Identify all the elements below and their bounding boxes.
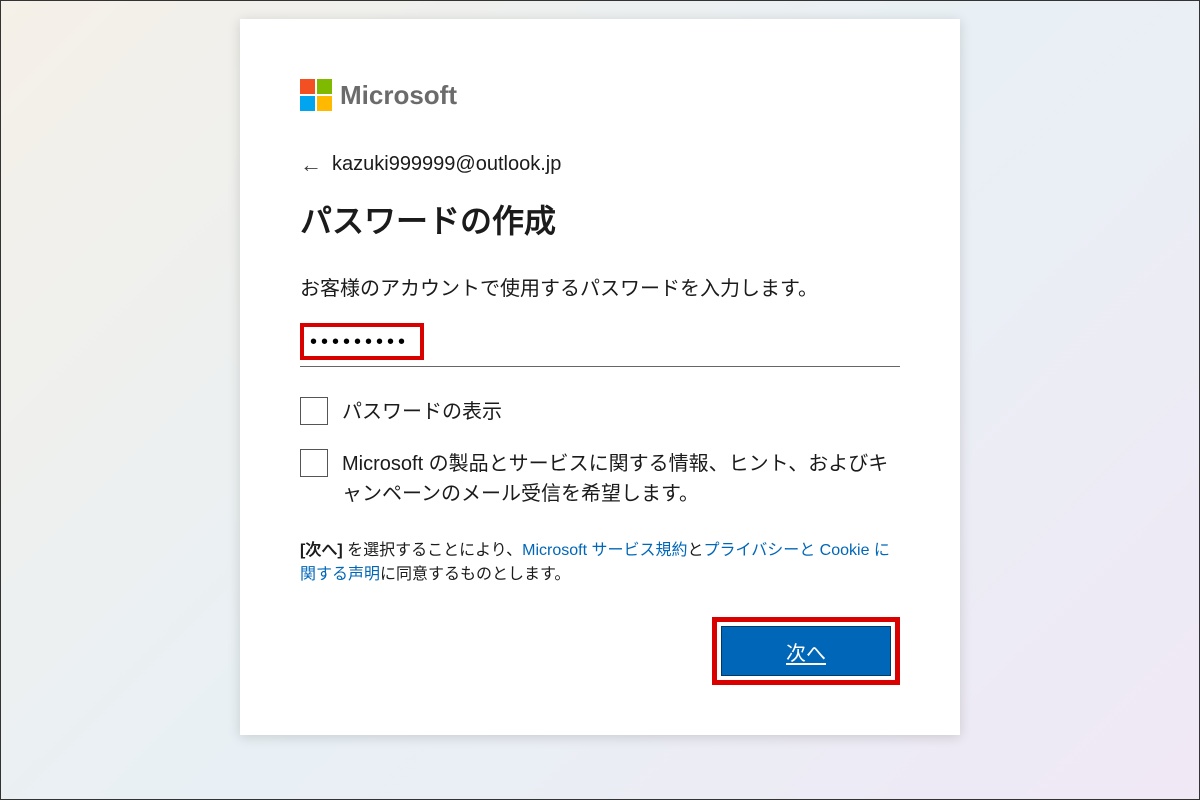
password-field-row [300,323,900,367]
service-agreement-link[interactable]: Microsoft サービス規約 [522,542,687,559]
password-input[interactable] [310,331,410,354]
button-row: 次へ [300,617,900,685]
instruction-text: お客様のアカウントで使用するパスワードを入力します。 [300,272,900,301]
account-email: kazuki999999@outlook.jp [332,153,561,176]
page-title: パスワードの作成 [300,196,900,242]
microsoft-logo-icon [300,79,332,111]
legal-bold: [次へ] [300,542,343,559]
legal-part1: を選択することにより、 [343,542,523,559]
brand-text: Microsoft [340,80,457,111]
highlight-box [300,323,424,360]
legal-part2: と [688,542,704,559]
show-password-checkbox[interactable] [300,397,328,425]
legal-part3: に同意するものとします。 [380,566,570,583]
brand-row: Microsoft [300,79,900,111]
highlight-box-next: 次へ [712,617,900,685]
legal-text: [次へ] を選択することにより、Microsoft サービス規約とプライバシーと… [300,539,900,587]
marketing-label: Microsoft の製品とサービスに関する情報、ヒント、およびキャンペーンのメ… [342,449,900,509]
marketing-checkbox[interactable] [300,449,328,477]
next-button[interactable]: 次へ [721,626,891,676]
back-arrow-icon[interactable]: ← [300,154,322,176]
signup-password-dialog: Microsoft ← kazuki999999@outlook.jp パスワー… [240,19,960,735]
show-password-label: パスワードの表示 [342,397,502,427]
identity-row: ← kazuki999999@outlook.jp [300,153,900,176]
show-password-row: パスワードの表示 [300,397,900,427]
marketing-optin-row: Microsoft の製品とサービスに関する情報、ヒント、およびキャンペーンのメ… [300,449,900,509]
